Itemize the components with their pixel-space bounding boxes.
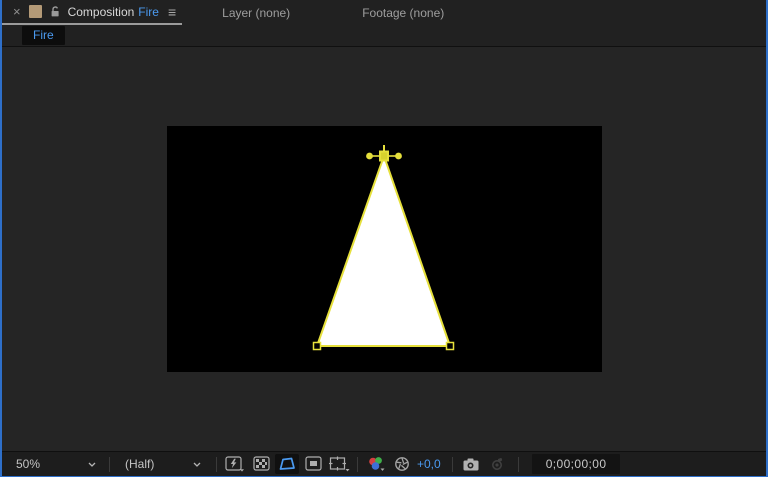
vertex-handle-corner[interactable] <box>312 341 321 351</box>
composition-title: Composition <box>67 4 135 19</box>
chevron-down-icon <box>88 462 96 467</box>
vertex-handle-corner[interactable] <box>445 341 454 351</box>
viewer-toolbar: 50% (Half) +0,0 0;00;00;00 <box>2 451 766 476</box>
composition-panel: × Composition Fire ≡ Layer (none) Footage… <box>0 0 768 477</box>
viewer-tab-fire[interactable]: Fire <box>22 26 65 45</box>
bezier-handle-left <box>365 152 373 160</box>
panel-tabbar: × Composition Fire ≡ Layer (none) Footage… <box>2 0 766 25</box>
reset-exposure-icon[interactable] <box>390 454 414 474</box>
shape-path[interactable] <box>315 152 451 347</box>
shape-svg <box>312 145 454 351</box>
panel-menu-icon[interactable]: ≡ <box>168 4 176 20</box>
divider <box>517 456 519 472</box>
transparency-grid-icon[interactable] <box>249 454 273 474</box>
vertex-handle-top[interactable] <box>365 145 402 162</box>
viewer-area <box>2 47 766 451</box>
snapshot-camera-icon[interactable] <box>459 454 483 474</box>
region-of-interest-icon[interactable] <box>301 454 325 474</box>
chevron-down-icon <box>193 462 201 467</box>
composition-name: Fire <box>138 4 159 19</box>
close-icon[interactable]: × <box>12 5 22 18</box>
divider <box>109 456 110 472</box>
tab-layer[interactable]: Layer (none) <box>214 0 298 25</box>
divider <box>451 456 453 472</box>
viewer-tab-row: Fire <box>2 25 766 47</box>
magnification-dropdown[interactable]: 50% <box>10 457 104 471</box>
resolution-dropdown[interactable]: (Half) <box>115 457 211 471</box>
divider <box>357 456 358 472</box>
timecode-display[interactable]: 0;00;00;00 <box>531 454 621 474</box>
composition-viewport[interactable] <box>166 126 602 372</box>
exposure-value[interactable]: +0,0 <box>417 457 441 471</box>
magnification-value: 50% <box>16 457 41 471</box>
show-snapshot-icon[interactable] <box>485 454 509 474</box>
unlock-icon[interactable] <box>49 5 61 18</box>
tab-footage[interactable]: Footage (none) <box>354 0 452 25</box>
tab-composition-label: Composition Fire <box>68 5 159 19</box>
tab-composition[interactable]: × Composition Fire ≡ <box>2 0 183 25</box>
resolution-value: (Half) <box>125 457 155 471</box>
fast-previews-icon[interactable] <box>223 454 247 474</box>
divider <box>216 456 217 472</box>
bezier-handle-right <box>394 152 402 160</box>
mask-visibility-icon[interactable] <box>275 454 299 474</box>
panel-color-swatch <box>28 5 42 18</box>
grid-guides-icon[interactable] <box>327 454 351 474</box>
channel-settings-icon[interactable] <box>364 454 388 474</box>
